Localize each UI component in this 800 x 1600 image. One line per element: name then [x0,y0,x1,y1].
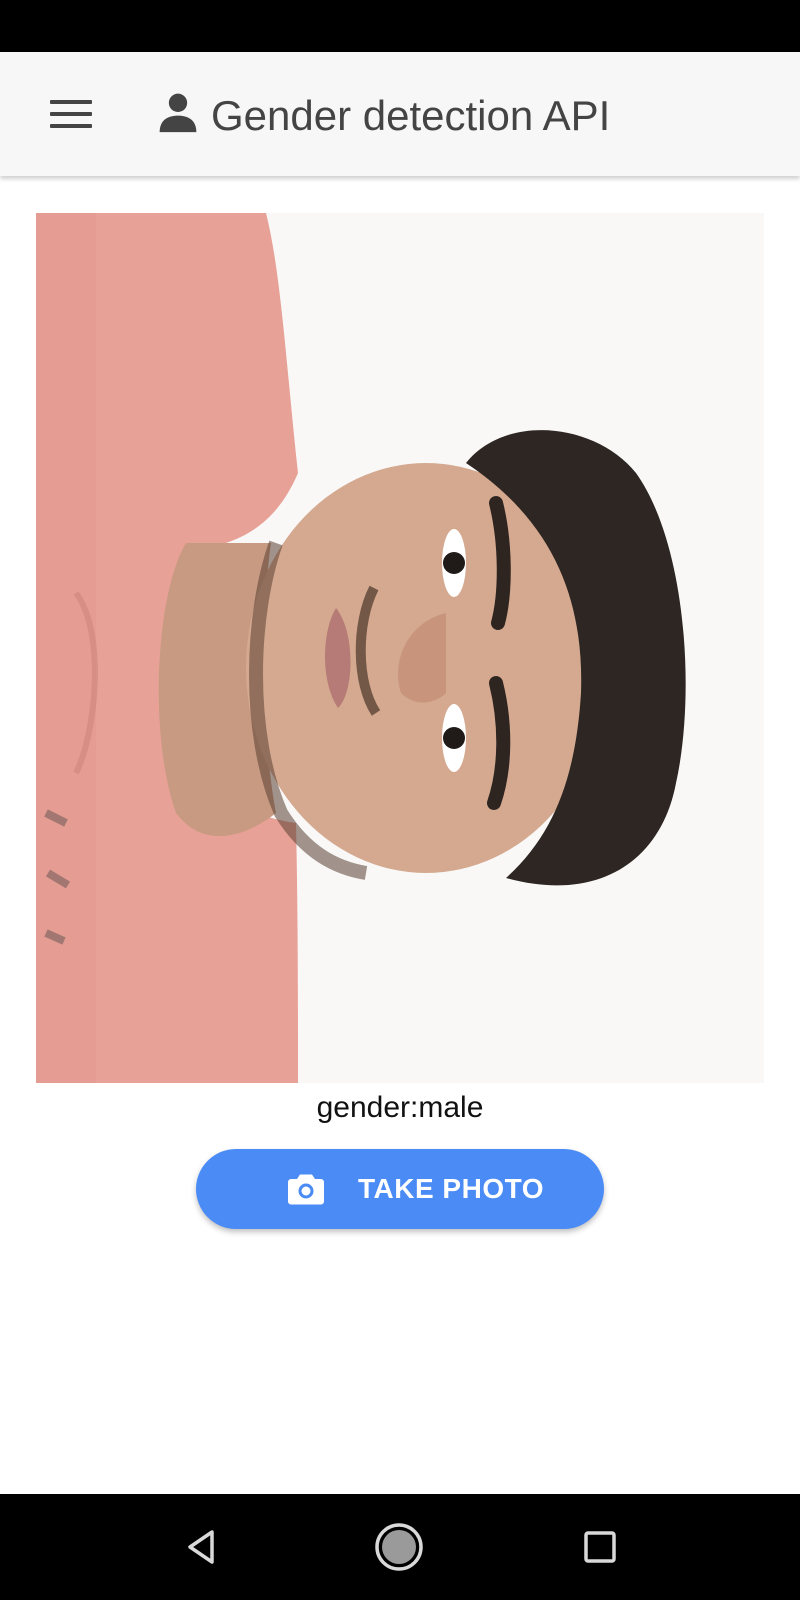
captured-photo [36,213,764,1083]
recents-square-icon[interactable] [575,1522,625,1572]
status-bar [0,0,800,52]
app-title: Gender detection API [211,92,611,139]
hamburger-menu-icon[interactable] [50,100,92,128]
take-photo-button[interactable]: TAKE PHOTO [196,1149,604,1229]
system-nav-bar [0,1494,800,1600]
gender-result-text: gender:male [316,1091,484,1124]
portrait-image [36,213,764,1083]
take-photo-label: TAKE PHOTO [358,1173,544,1204]
person-icon [159,93,197,133]
app-bar: Gender detection API [0,52,800,176]
camera-icon [288,1174,324,1205]
back-triangle-icon[interactable] [176,1522,226,1572]
home-circle-icon[interactable] [374,1522,424,1572]
